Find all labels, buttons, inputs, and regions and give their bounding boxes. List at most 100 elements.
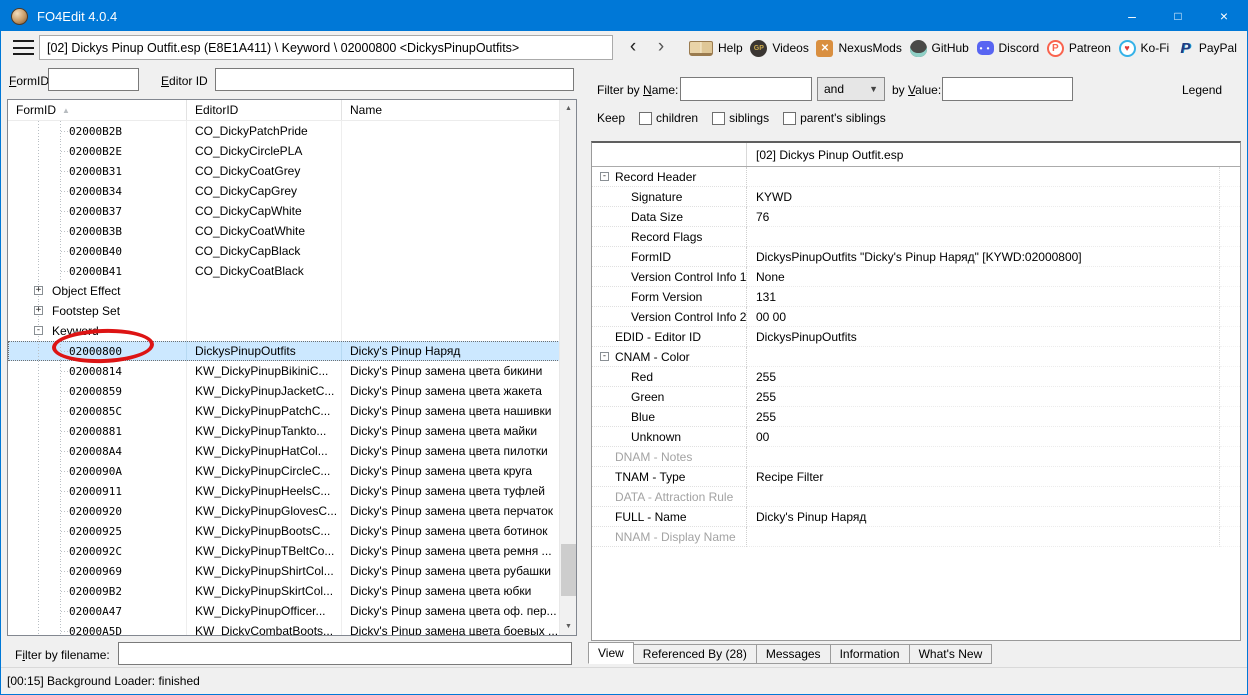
name-value: Dicky's Pinup замена цвета юбки xyxy=(350,584,531,598)
records-tree-table: FormID▲ EditorID Name 02000B2B CO_DickyP… xyxy=(7,99,577,636)
table-row[interactable]: 02000B37 CO_DickyCapWhite xyxy=(8,201,576,221)
details-row-unset[interactable]: DATA - Attraction Rule xyxy=(592,487,1240,507)
keep-children-checkbox[interactable] xyxy=(639,112,652,125)
details-row[interactable]: TNAM - Type Recipe Filter xyxy=(592,467,1240,487)
filename-filter-input[interactable] xyxy=(118,642,572,665)
table-row[interactable]: 02000920 KW_DickyPinupGlovesC... Dicky's… xyxy=(8,501,576,521)
status-text: [00:15] Background Loader: finished xyxy=(7,674,200,688)
details-row[interactable]: Unknown 00 xyxy=(592,427,1240,447)
tree-node-row[interactable]: -Keyword xyxy=(8,321,576,341)
menu-icon[interactable] xyxy=(13,40,34,55)
videos-link[interactable]: GP Videos xyxy=(750,40,808,57)
tab-information[interactable]: Information xyxy=(831,644,910,664)
editorid-value: CO_DickyCapWhite xyxy=(195,204,302,218)
tab-view[interactable]: View xyxy=(588,642,634,664)
details-row[interactable]: FormID DickysPinupOutfits "Dicky's Pinup… xyxy=(592,247,1240,267)
expand-icon[interactable]: + xyxy=(34,286,43,295)
value-filter-input[interactable] xyxy=(942,77,1073,101)
operator-select[interactable]: and ▼ xyxy=(817,77,885,101)
table-row[interactable]: 02000969 KW_DickyPinupShirtCol... Dicky'… xyxy=(8,561,576,581)
table-row[interactable]: 02000925 KW_DickyPinupBootsC... Dicky's … xyxy=(8,521,576,541)
editorid-filter-input[interactable] xyxy=(215,68,574,91)
scroll-down-icon[interactable]: ▼ xyxy=(560,618,577,635)
details-row[interactable]: Version Control Info 2 00 00 xyxy=(592,307,1240,327)
column-header-name[interactable]: Name xyxy=(342,100,576,120)
tree-node-row[interactable]: +Object Effect xyxy=(8,281,576,301)
table-row[interactable]: 02000A5D KW_DickyCombatBoots... Dicky's … xyxy=(8,621,576,636)
table-row[interactable]: 02000B2E CO_DickyCirclePLA xyxy=(8,141,576,161)
table-row[interactable]: 02000814 KW_DickyPinupBikiniC... Dicky's… xyxy=(8,361,576,381)
details-row[interactable]: Data Size 76 xyxy=(592,207,1240,227)
plugin-column-header[interactable]: [02] Dickys Pinup Outfit.esp xyxy=(747,148,1240,162)
table-row[interactable]: 02000859 KW_DickyPinupJacketC... Dicky's… xyxy=(8,381,576,401)
table-row[interactable]: 02000B31 CO_DickyCoatGrey xyxy=(8,161,576,181)
details-row[interactable]: Red 255 xyxy=(592,367,1240,387)
details-row-unset[interactable]: NNAM - Display Name xyxy=(592,527,1240,547)
table-row[interactable]: 0200085C KW_DickyPinupPatchC... Dicky's … xyxy=(8,401,576,421)
collapse-icon[interactable]: - xyxy=(600,352,609,361)
collapse-icon[interactable]: - xyxy=(600,172,609,181)
name-filter-label: Filter by Name: xyxy=(597,83,678,97)
table-row[interactable]: 02000B34 CO_DickyCapGrey xyxy=(8,181,576,201)
name-filter-input[interactable] xyxy=(680,77,812,101)
forward-icon[interactable]: › xyxy=(649,33,673,61)
table-row[interactable]: 0200092C KW_DickyPinupTBeltCo... Dicky's… xyxy=(8,541,576,561)
details-row[interactable]: Form Version 131 xyxy=(592,287,1240,307)
paypal-link[interactable]: P PayPal xyxy=(1177,40,1237,57)
details-row[interactable]: Record Flags xyxy=(592,227,1240,247)
tree-node-row[interactable]: +Footstep Set xyxy=(8,301,576,321)
details-row[interactable]: -Record Header xyxy=(592,167,1240,187)
keep-siblings-checkbox[interactable] xyxy=(712,112,725,125)
column-header-formid[interactable]: FormID▲ xyxy=(8,100,187,120)
keep-parents-siblings-checkbox[interactable] xyxy=(783,112,796,125)
table-row[interactable]: 02000881 KW_DickyPinupTankto... Dicky's … xyxy=(8,421,576,441)
expand-icon[interactable]: + xyxy=(34,306,43,315)
details-row[interactable]: -CNAM - Color xyxy=(592,347,1240,367)
patreon-link[interactable]: P Patreon xyxy=(1047,40,1111,57)
field-value: Recipe Filter xyxy=(747,467,1220,487)
help-link[interactable]: Help xyxy=(689,41,743,56)
vertical-scrollbar[interactable]: ▲ ▼ xyxy=(559,100,576,635)
back-icon[interactable]: ‹ xyxy=(621,33,645,61)
editorid-value: KW_DickyPinupBootsC... xyxy=(195,524,330,538)
details-row-unset[interactable]: DNAM - Notes xyxy=(592,447,1240,467)
close-icon[interactable]: × xyxy=(1201,1,1247,31)
table-row[interactable]: 020009B2 KW_DickyPinupSkirtCol... Dicky'… xyxy=(8,581,576,601)
table-row[interactable]: 02000911 KW_DickyPinupHeelsC... Dicky's … xyxy=(8,481,576,501)
table-row-selected[interactable]: 02000800 DickysPinupOutfits Dicky's Pinu… xyxy=(8,341,576,361)
details-row[interactable]: Green 255 xyxy=(592,387,1240,407)
scroll-up-icon[interactable]: ▲ xyxy=(560,100,577,117)
details-row[interactable]: Blue 255 xyxy=(592,407,1240,427)
table-row[interactable]: 02000B40 CO_DickyCapBlack xyxy=(8,241,576,261)
breadcrumb[interactable]: [02] Dickys Pinup Outfit.esp (E8E1A411) … xyxy=(39,35,613,60)
editorid-value: KW_DickyPinupCircleC... xyxy=(195,464,330,478)
keep-parents-siblings-label: parent's siblings xyxy=(800,111,886,125)
collapse-icon[interactable]: - xyxy=(34,326,43,335)
legend-link[interactable]: Legend xyxy=(1182,83,1222,97)
field-label: FormID xyxy=(631,250,671,264)
formid-value: 02000B34 xyxy=(69,185,122,198)
details-row[interactable]: Signature KYWD xyxy=(592,187,1240,207)
column-header-editorid[interactable]: EditorID xyxy=(187,100,342,120)
table-row[interactable]: 0200090A KW_DickyPinupCircleC... Dicky's… xyxy=(8,461,576,481)
maximize-icon[interactable]: □ xyxy=(1155,1,1201,31)
tab-messages[interactable]: Messages xyxy=(757,644,831,664)
table-row[interactable]: 02000B3B CO_DickyCoatWhite xyxy=(8,221,576,241)
github-link[interactable]: GitHub xyxy=(910,40,969,57)
table-row[interactable]: 02000A47 KW_DickyPinupOfficer... Dicky's… xyxy=(8,601,576,621)
scrollbar-thumb[interactable] xyxy=(561,544,576,596)
minimize-icon[interactable]: – xyxy=(1109,1,1155,31)
details-row[interactable]: Version Control Info 1 None xyxy=(592,267,1240,287)
kofi-link[interactable]: ♥ Ko-Fi xyxy=(1119,40,1170,57)
tab-referenced-by[interactable]: Referenced By (28) xyxy=(634,644,757,664)
nexusmods-link[interactable]: ✕ NexusMods xyxy=(816,40,901,57)
discord-link[interactable]: • • Discord xyxy=(977,41,1040,55)
table-row[interactable]: 02000B41 CO_DickyCoatBlack xyxy=(8,261,576,281)
field-label: Version Control Info 2 xyxy=(631,310,746,324)
formid-filter-input[interactable] xyxy=(48,68,139,91)
tab-whats-new[interactable]: What's New xyxy=(910,644,993,664)
details-row[interactable]: FULL - Name Dicky's Pinup Наряд xyxy=(592,507,1240,527)
details-row[interactable]: EDID - Editor ID DickysPinupOutfits xyxy=(592,327,1240,347)
table-row[interactable]: 02000B2B CO_DickyPatchPride xyxy=(8,121,576,141)
table-row[interactable]: 020008A4 KW_DickyPinupHatCol... Dicky's … xyxy=(8,441,576,461)
